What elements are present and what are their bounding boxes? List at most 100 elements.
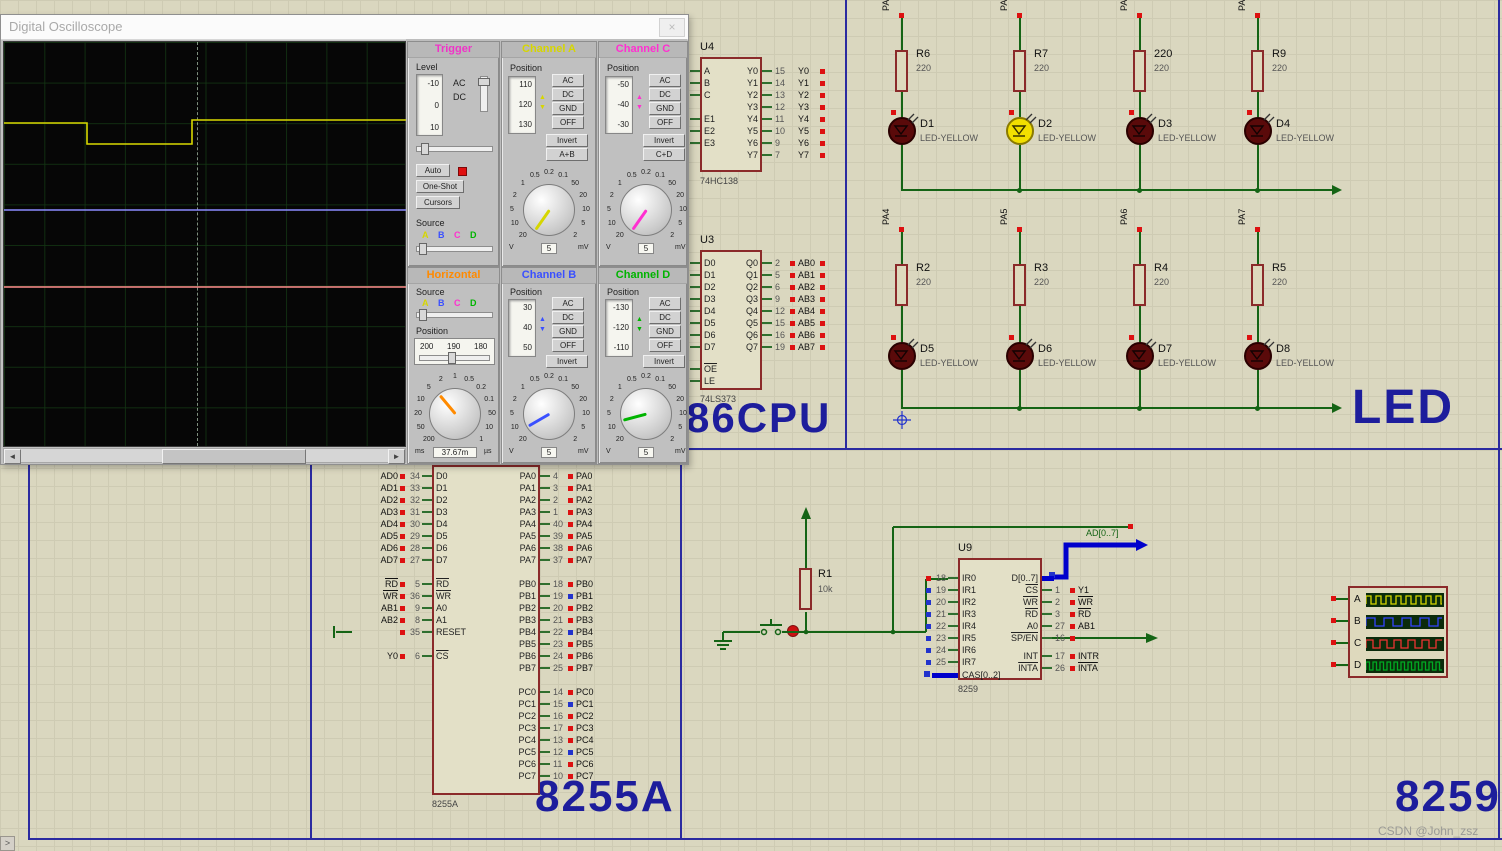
hsource-channel-b[interactable]: B <box>438 298 445 308</box>
chip-8255a[interactable]: 8255A AD0 34 D0 AD1 33 D1 AD2 32 D2 AD3 31 D3 AD4 30 D4… <box>352 465 620 809</box>
source-channel-d[interactable]: D <box>470 230 477 240</box>
led-D2[interactable] <box>1006 113 1037 145</box>
chip-u9-8259[interactable]: U9 8259 18 IR0 19 IR1 20 IR2 21 IR3 22 IR4 23 IR5 24 IR… <box>880 542 1152 694</box>
wire-arrow <box>1332 185 1342 195</box>
trigger-level-display[interactable]: -10 0 10 <box>416 74 443 136</box>
knob-scale-value: 50 <box>668 383 677 391</box>
off-button[interactable]: OFF <box>649 339 681 352</box>
led-D6[interactable] <box>1006 338 1037 370</box>
dc-button[interactable]: DC <box>649 311 681 324</box>
pin-stub <box>762 94 772 96</box>
hsource-channel-c[interactable]: C <box>454 298 461 308</box>
knob-scale-value: 0.1 <box>558 171 569 179</box>
scroll-nub[interactable]: > <box>0 836 15 851</box>
oscilloscope-window[interactable]: Digital Oscilloscope × ◄ ► Trigger Level… <box>0 14 689 465</box>
sum-button[interactable]: A+B <box>546 148 588 161</box>
probe-box[interactable]: ABCD <box>1348 586 1448 678</box>
scroll-thumb[interactable] <box>162 449 306 464</box>
gnd-button[interactable]: GND <box>649 102 681 115</box>
trigger-source-slider[interactable] <box>416 243 493 255</box>
resistor-R9[interactable] <box>1251 50 1264 92</box>
gain-knob-c[interactable]: 20 10 5 2 1 0.5 0.2 0.1 50 20 10 5 2 VmV 5 <box>601 164 687 256</box>
resistor-R5[interactable] <box>1251 264 1264 306</box>
gain-knob-a[interactable]: 20 10 5 2 1 0.5 0.2 0.1 50 20 10 5 2 VmV 5 <box>504 164 594 256</box>
chip-ref: U4 <box>700 41 715 53</box>
position-up-arrow[interactable]: ▲ <box>636 316 643 323</box>
resistor-R2[interactable] <box>895 264 908 306</box>
knob-scale-value: 20 <box>579 395 588 403</box>
ac-button[interactable]: AC <box>552 74 584 87</box>
invert-button[interactable]: Invert <box>546 134 588 147</box>
pin-row: 22 PB4 PB4 <box>352 627 620 638</box>
off-button[interactable]: OFF <box>552 339 584 352</box>
one-shot-button[interactable]: One-Shot <box>416 180 464 193</box>
source-channel-a[interactable]: A <box>422 230 429 240</box>
window-titlebar[interactable]: Digital Oscilloscope × <box>1 15 688 40</box>
hsource-channel-a[interactable]: A <box>422 298 429 308</box>
hsource-slider[interactable] <box>416 309 493 321</box>
position-down-arrow[interactable]: ▼ <box>539 104 546 111</box>
source-channel-b[interactable]: B <box>438 230 445 240</box>
invert-button[interactable]: Invert <box>643 355 685 368</box>
ac-button[interactable]: AC <box>649 74 681 87</box>
led-D3[interactable] <box>1126 113 1157 145</box>
scroll-right-icon[interactable]: ► <box>388 449 405 464</box>
gnd-button[interactable]: GND <box>552 325 584 338</box>
invert-button[interactable]: Invert <box>643 134 685 147</box>
gnd-button[interactable]: GND <box>552 102 584 115</box>
cursors-button[interactable]: Cursors <box>416 196 460 209</box>
pin-stub <box>540 727 550 729</box>
pin-marker <box>568 750 573 755</box>
hsource-channel-d[interactable]: D <box>470 298 477 308</box>
resistor-R6[interactable] <box>895 50 908 92</box>
invert-button[interactable]: Invert <box>546 355 588 368</box>
led-D5[interactable] <box>888 338 919 370</box>
pin-stub <box>762 274 772 276</box>
sum-button[interactable]: C+D <box>643 148 685 161</box>
position-down-arrow[interactable]: ▼ <box>539 326 546 333</box>
knob-scale-value: 50 <box>571 179 580 187</box>
trigger-coupling-switch[interactable] <box>478 76 490 112</box>
position-up-arrow[interactable]: ▲ <box>636 94 643 101</box>
source-channel-c[interactable]: C <box>454 230 461 240</box>
position-down-arrow[interactable]: ▼ <box>636 104 643 111</box>
position-up-arrow[interactable]: ▲ <box>539 316 546 323</box>
junction-dot <box>1017 406 1022 411</box>
resistor-220[interactable] <box>1133 50 1146 92</box>
hposition-display[interactable]: 200 190 180 <box>414 338 495 365</box>
gain-knob-b[interactable]: 20 10 5 2 1 0.5 0.2 0.1 50 20 10 5 2 VmV 5 <box>504 368 594 460</box>
position-display[interactable]: -130 -120 -110 <box>605 299 633 357</box>
off-button[interactable]: OFF <box>552 116 584 129</box>
pin-marker <box>568 618 573 623</box>
led-D1[interactable] <box>888 113 919 145</box>
gain-knob-d[interactable]: 20 10 5 2 1 0.5 0.2 0.1 50 20 10 5 2 VmV 5 <box>601 368 687 460</box>
ac-button[interactable]: AC <box>552 297 584 310</box>
resistor-R3[interactable] <box>1013 264 1026 306</box>
resistor-r1[interactable] <box>799 568 812 610</box>
off-button[interactable]: OFF <box>649 116 681 129</box>
position-up-arrow[interactable]: ▲ <box>539 94 546 101</box>
led-D8[interactable] <box>1244 338 1275 370</box>
position-display[interactable]: 30 40 50 <box>508 299 536 357</box>
dc-button[interactable]: DC <box>552 311 584 324</box>
resistor-R4[interactable] <box>1133 264 1146 306</box>
gnd-button[interactable]: GND <box>649 325 681 338</box>
dc-button[interactable]: DC <box>649 88 681 101</box>
close-icon[interactable]: × <box>659 18 685 37</box>
led-D7[interactable] <box>1126 338 1157 370</box>
auto-button[interactable]: Auto <box>416 164 450 177</box>
pin-marker <box>790 309 795 314</box>
timebase-knob[interactable]: 200 50 20 10 5 2 1 0.5 0.2 0.1 50 10 1 ms µs 37.67m <box>410 368 499 460</box>
scroll-left-icon[interactable]: ◄ <box>4 449 21 464</box>
dc-button[interactable]: DC <box>552 88 584 101</box>
ac-button[interactable]: AC <box>649 297 681 310</box>
trigger-level-slider[interactable] <box>416 143 493 155</box>
position-down-arrow[interactable]: ▼ <box>636 326 643 333</box>
position-display[interactable]: 110 120 130 <box>508 76 536 134</box>
pin-stub <box>690 380 700 382</box>
scope-scrollbar[interactable]: ◄ ► <box>3 448 406 464</box>
led-D4[interactable] <box>1244 113 1275 145</box>
resistor-R7[interactable] <box>1013 50 1026 92</box>
pin-number: 10 <box>775 126 786 136</box>
position-display[interactable]: -50 -40 -30 <box>605 76 633 134</box>
